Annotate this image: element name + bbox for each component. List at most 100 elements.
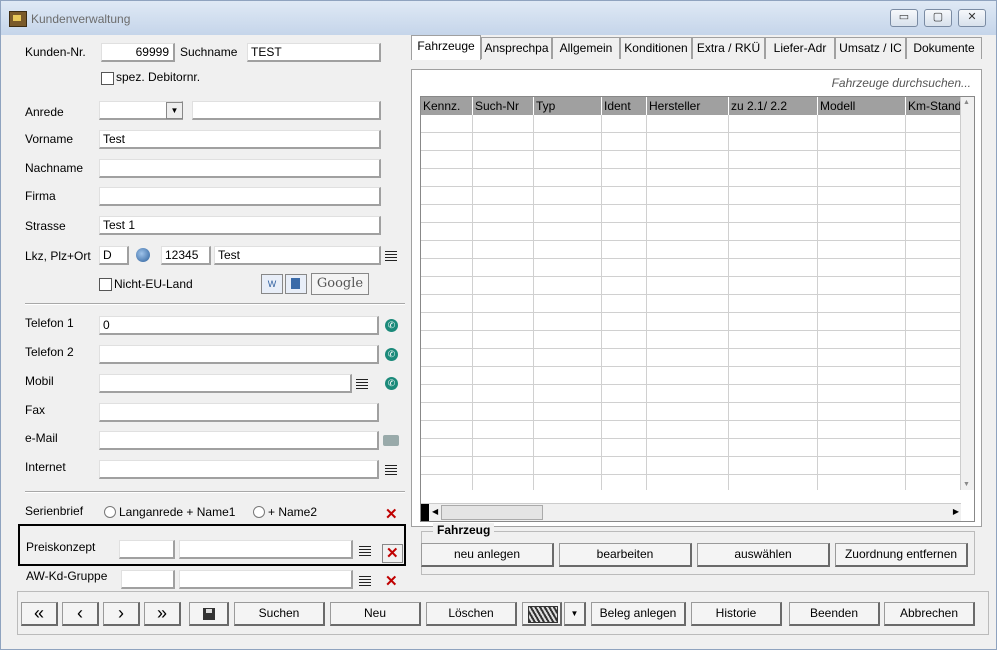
fahrzeug-group-label: Fahrzeug bbox=[433, 523, 495, 537]
tab-konditionen[interactable]: Konditionen bbox=[620, 37, 692, 59]
column-header[interactable]: Hersteller bbox=[647, 97, 729, 115]
phone-icon[interactable]: ✆ bbox=[385, 348, 398, 361]
neu-button[interactable]: Neu bbox=[330, 602, 421, 626]
aw-kd-gruppe-label: AW-Kd-Gruppe bbox=[26, 569, 108, 583]
zuordnung-entfernen-button[interactable]: Zuordnung entfernen bbox=[835, 543, 968, 567]
document-icon[interactable] bbox=[285, 274, 307, 294]
mobil-field[interactable] bbox=[99, 374, 352, 393]
scroll-right-icon[interactable]: ▶ bbox=[953, 507, 959, 516]
ort-field[interactable]: Test bbox=[214, 246, 381, 265]
suchname-field[interactable]: TEST bbox=[247, 43, 381, 62]
scroll-left-icon[interactable]: ◀ bbox=[432, 507, 438, 516]
anrede-extra-field[interactable] bbox=[192, 101, 381, 120]
vorname-field[interactable]: Test bbox=[99, 130, 381, 149]
radio-langanrede-label: Langanrede + Name1 bbox=[119, 505, 236, 519]
column-header[interactable]: zu 2.1/ 2.2 bbox=[729, 97, 818, 115]
radio-name2[interactable] bbox=[253, 506, 265, 518]
phone-icon[interactable]: ✆ bbox=[385, 377, 398, 390]
divider bbox=[25, 491, 405, 493]
telefon2-field[interactable] bbox=[99, 345, 379, 364]
tire-dropdown-button[interactable]: ▼ bbox=[564, 602, 586, 626]
phone-icon[interactable]: ✆ bbox=[385, 319, 398, 332]
close-button[interactable]: ✕ bbox=[958, 9, 986, 27]
telefon1-field[interactable]: 0 bbox=[99, 316, 379, 335]
previous-record-button[interactable]: ‹ bbox=[62, 602, 99, 626]
tab-dokumente[interactable]: Dokumente bbox=[906, 37, 982, 59]
internet-label: Internet bbox=[25, 460, 66, 474]
scroll-up-icon[interactable]: ▲ bbox=[963, 99, 970, 106]
grid-header: Kennz. Such-Nr Typ Ident Hersteller zu 2… bbox=[421, 97, 961, 115]
client-area: Kunden-Nr. 69999 Suchname TEST spez. Deb… bbox=[9, 35, 989, 642]
next-record-button[interactable]: › bbox=[103, 602, 140, 626]
vehicle-search-input[interactable]: Fahrzeuge durchsuchen... bbox=[832, 76, 971, 90]
aw-kd-name-field[interactable] bbox=[179, 570, 353, 589]
kunden-nr-label: Kunden-Nr. bbox=[25, 45, 86, 59]
list-icon[interactable] bbox=[359, 546, 371, 558]
abbrechen-button[interactable]: Abbrechen bbox=[884, 602, 975, 626]
nachname-field[interactable] bbox=[99, 159, 381, 178]
clear-icon[interactable]: ✕ bbox=[385, 574, 398, 589]
preiskonzept-code-field[interactable] bbox=[119, 540, 175, 559]
plz-field[interactable]: 12345 bbox=[161, 246, 211, 265]
loeschen-button[interactable]: Löschen bbox=[426, 602, 517, 626]
scroll-down-icon[interactable]: ▼ bbox=[963, 481, 970, 488]
neu-anlegen-button[interactable]: neu anlegen bbox=[421, 543, 554, 567]
preiskonzept-name-field[interactable] bbox=[179, 540, 353, 559]
column-header[interactable]: Kennz. bbox=[421, 97, 473, 115]
tire-button[interactable] bbox=[522, 602, 562, 626]
first-record-button[interactable]: « bbox=[21, 602, 58, 626]
bearbeiten-button[interactable]: bearbeiten bbox=[559, 543, 692, 567]
email-field[interactable] bbox=[99, 431, 379, 450]
suchen-button[interactable]: Suchen bbox=[234, 602, 325, 626]
column-header[interactable]: Typ bbox=[534, 97, 602, 115]
globe-icon[interactable] bbox=[136, 248, 150, 262]
vorname-label: Vorname bbox=[25, 132, 74, 146]
column-header[interactable]: Modell bbox=[818, 97, 906, 115]
column-header[interactable]: Ident bbox=[602, 97, 647, 115]
vertical-scrollbar[interactable]: ▲ ▼ bbox=[960, 97, 974, 490]
list-icon[interactable] bbox=[385, 251, 397, 263]
horizontal-scrollbar[interactable]: ◀ ▶ bbox=[421, 503, 961, 521]
beleg-anlegen-button[interactable]: Beleg anlegen bbox=[591, 602, 686, 626]
app-icon bbox=[9, 11, 27, 27]
strasse-field[interactable]: Test 1 bbox=[99, 216, 381, 235]
scroll-thumb[interactable] bbox=[441, 505, 543, 520]
vehicle-grid[interactable]: Kennz. Such-Nr Typ Ident Hersteller zu 2… bbox=[420, 96, 975, 522]
kunden-nr-field[interactable]: 69999 bbox=[101, 43, 175, 62]
clear-icon[interactable]: ✕ bbox=[382, 544, 403, 563]
firma-field[interactable] bbox=[99, 187, 381, 206]
column-header[interactable]: Km-Stand bbox=[906, 97, 961, 115]
lkz-field[interactable]: D bbox=[99, 246, 129, 265]
anrede-label: Anrede bbox=[25, 105, 64, 119]
tab-fahrzeuge[interactable]: Fahrzeuge bbox=[411, 35, 481, 60]
list-icon[interactable] bbox=[356, 379, 368, 391]
clear-icon[interactable]: ✕ bbox=[385, 507, 398, 522]
grid-body[interactable] bbox=[421, 115, 961, 490]
minimize-button[interactable]: ▭ bbox=[890, 9, 918, 27]
list-icon[interactable] bbox=[385, 465, 397, 477]
tab-liefer-adr[interactable]: Liefer-Adr bbox=[765, 37, 835, 59]
tab-umsatz-ic[interactable]: Umsatz / IC bbox=[835, 37, 906, 59]
fax-field[interactable] bbox=[99, 403, 379, 422]
save-button[interactable] bbox=[189, 602, 229, 626]
radio-langanrede[interactable] bbox=[104, 506, 116, 518]
auswaehlen-button[interactable]: auswählen bbox=[697, 543, 830, 567]
beenden-button[interactable]: Beenden bbox=[789, 602, 880, 626]
chevron-down-icon[interactable]: ▼ bbox=[166, 102, 183, 119]
maximize-button[interactable]: ▢ bbox=[924, 9, 952, 27]
internet-field[interactable] bbox=[99, 460, 379, 479]
google-button[interactable]: Google bbox=[311, 273, 369, 295]
nicht-eu-checkbox[interactable] bbox=[99, 278, 112, 291]
word-icon[interactable]: W bbox=[261, 274, 283, 294]
column-header[interactable]: Such-Nr bbox=[473, 97, 534, 115]
tab-extra-rku[interactable]: Extra / RKÜ bbox=[692, 37, 765, 59]
aw-kd-code-field[interactable] bbox=[121, 570, 175, 589]
fax-label: Fax bbox=[25, 403, 46, 417]
historie-button[interactable]: Historie bbox=[691, 602, 782, 626]
last-record-button[interactable]: » bbox=[144, 602, 181, 626]
list-icon[interactable] bbox=[359, 576, 371, 588]
tab-ansprechpartner[interactable]: Ansprechpa bbox=[481, 37, 552, 59]
tab-allgemein[interactable]: Allgemein bbox=[552, 37, 620, 59]
spez-debitor-checkbox[interactable] bbox=[101, 72, 114, 85]
email-icon[interactable] bbox=[383, 435, 399, 446]
